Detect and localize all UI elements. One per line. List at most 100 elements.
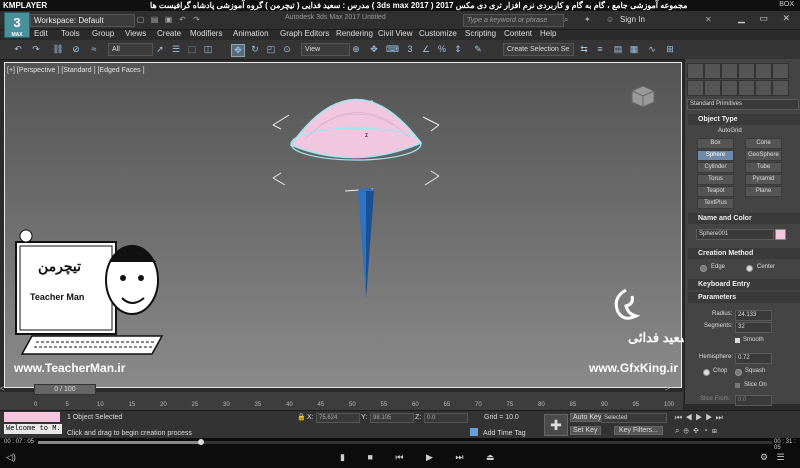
menu-content[interactable]: Content — [504, 29, 532, 38]
named-selection-dropdown[interactable]: Create Selection Se — [503, 43, 574, 56]
rect-selection-icon[interactable]: ⬚ — [186, 44, 198, 55]
menu-graph-editors[interactable]: Graph Editors — [280, 29, 329, 38]
squash-radio[interactable] — [735, 369, 742, 376]
radius-field[interactable]: 24.133 — [735, 310, 772, 321]
textplus-button[interactable]: TextPlus — [697, 198, 734, 209]
z-coord-field[interactable]: 0.0 — [424, 413, 468, 423]
link-icon[interactable]: ⛓ — [52, 44, 64, 55]
sphere-button[interactable]: Sphere — [697, 150, 734, 161]
object-type-header[interactable]: Object Type — [688, 114, 800, 125]
percent-snap-icon[interactable]: % — [436, 44, 448, 55]
creation-method-header[interactable]: Creation Method — [688, 248, 800, 259]
edit-named-selections-icon[interactable]: ✎ — [472, 44, 484, 55]
sign-in-link[interactable]: Sign In — [620, 15, 645, 24]
exchange-icon[interactable]: ✕ — [705, 15, 712, 24]
menu-edit[interactable]: Edit — [34, 29, 48, 38]
lights-icon[interactable] — [721, 80, 738, 96]
modify-tab[interactable] — [704, 63, 721, 79]
placement-icon[interactable]: ⊙ — [281, 44, 293, 55]
lock-selection-icon[interactable]: 🔒 — [297, 413, 306, 421]
undo-quick-icon[interactable]: ↶ — [178, 15, 187, 24]
motion-tab[interactable] — [738, 63, 755, 79]
user-icon[interactable]: ☺ — [606, 15, 614, 24]
viewport-nav-controls[interactable]: ⌕⊕✥◔⊞ — [675, 426, 721, 436]
create-tab[interactable] — [687, 63, 704, 79]
center-radio[interactable] — [746, 265, 753, 272]
app-logo-button[interactable]: 3 MAX — [4, 12, 30, 38]
snaps-toggle-icon[interactable]: 3 — [404, 44, 416, 55]
bind-space-warp-icon[interactable]: ≈ — [88, 44, 100, 55]
player-settings-icon[interactable]: ⚙ ☰ — [760, 452, 788, 463]
keyboard-entry-header[interactable]: Keyboard Entry — [688, 279, 800, 290]
open-file-icon[interactable]: ▤ — [150, 15, 159, 24]
menu-customize[interactable]: Customize — [419, 29, 457, 38]
curve-editor-icon[interactable]: ∿ — [646, 44, 658, 55]
utilities-tab[interactable] — [772, 63, 789, 79]
auto-key-button[interactable]: Auto Key — [570, 413, 605, 422]
maxscript-mini-listener[interactable]: Welcome to M. — [4, 424, 62, 434]
select-move-icon[interactable]: ✥ — [231, 44, 245, 57]
volume-icon[interactable]: ◁) — [6, 452, 16, 463]
manipulate-icon[interactable]: ✥ — [368, 44, 380, 55]
key-filters-button[interactable]: Key Filters... — [614, 426, 663, 435]
mirror-icon[interactable]: ⇆ — [578, 44, 590, 55]
menu-help[interactable]: Help — [540, 29, 556, 38]
space-warps-icon[interactable] — [772, 80, 789, 96]
cone-button[interactable]: Cone — [745, 138, 782, 149]
transport-controls[interactable]: ▮ ■ ⏮ ▶ ⏭ ⏏ — [340, 452, 505, 463]
select-by-name-icon[interactable]: ☰ — [170, 44, 182, 55]
scene-explorer-icon[interactable]: ▦ — [628, 44, 640, 55]
key-mode-dropdown[interactable]: Selected — [601, 413, 667, 423]
category-dropdown[interactable]: Standard Primitives — [687, 99, 799, 110]
viewcube[interactable] — [628, 83, 658, 109]
undo-icon[interactable]: ↶ — [12, 44, 24, 55]
time-tag-icon[interactable] — [470, 428, 478, 436]
angle-snap-icon[interactable]: ∠ — [420, 44, 432, 55]
object-name-field[interactable]: Sphere001 — [696, 229, 774, 240]
hemisphere-field[interactable]: 0.72 — [735, 353, 772, 364]
smooth-checkbox[interactable] — [735, 338, 740, 343]
display-tab[interactable] — [755, 63, 772, 79]
spinner-snap-icon[interactable]: ⇕ — [452, 44, 464, 55]
box-button[interactable]: Box — [697, 138, 734, 149]
time-slider[interactable]: 0 / 100 — [34, 384, 96, 395]
slice-on-checkbox[interactable] — [735, 383, 740, 388]
keyboard-shortcut-icon[interactable]: ⌨ — [386, 44, 399, 55]
select-object-icon[interactable]: ➚ — [154, 44, 166, 55]
hierarchy-tab[interactable] — [721, 63, 738, 79]
unlink-icon[interactable]: ⊘ — [70, 44, 82, 55]
workspace-dropdown[interactable]: Workspace: Default — [30, 14, 135, 27]
window-controls[interactable]: ▁ ▭ ✕ — [738, 13, 796, 24]
slider-next-icon[interactable]: > — [665, 384, 677, 393]
y-coord-field[interactable]: 98.105 — [370, 413, 414, 423]
slice-from-field[interactable]: 0.0 — [735, 395, 772, 406]
redo-quick-icon[interactable]: ↷ — [192, 15, 201, 24]
chop-radio[interactable] — [703, 369, 710, 376]
menu-create[interactable]: Create — [157, 29, 181, 38]
search-icon[interactable]: ⌕ — [564, 15, 568, 25]
set-key-button[interactable]: Set Key — [570, 426, 601, 435]
set-key-big-icon[interactable]: ✚ — [544, 414, 568, 436]
viewport-label[interactable]: [+] [Perspective ] [Standard ] [Edged Fa… — [7, 67, 145, 74]
reference-coord-dropdown[interactable]: View — [301, 43, 350, 56]
menu-animation[interactable]: Animation — [233, 29, 269, 38]
object-color-swatch[interactable] — [775, 229, 786, 240]
menu-modifiers[interactable]: Modifiers — [190, 29, 222, 38]
menu-views[interactable]: Views — [125, 29, 146, 38]
plane-button[interactable]: Plane — [745, 186, 782, 197]
schematic-view-icon[interactable]: ⊞ — [664, 44, 676, 55]
teapot-button[interactable]: Teapot — [697, 186, 734, 197]
tube-button[interactable]: Tube — [745, 162, 782, 173]
select-scale-icon[interactable]: ◰ — [265, 44, 277, 55]
helpers-icon[interactable] — [755, 80, 772, 96]
align-icon[interactable]: ≡ — [594, 44, 606, 55]
menu-rendering[interactable]: Rendering — [336, 29, 373, 38]
pivot-center-icon[interactable]: ⊕ — [350, 44, 362, 55]
geometry-icon[interactable] — [687, 80, 704, 96]
edge-radio[interactable] — [700, 265, 707, 272]
redo-icon[interactable]: ↷ — [30, 44, 42, 55]
name-color-header[interactable]: Name and Color — [688, 213, 800, 224]
x-coord-field[interactable]: 75.624 — [316, 413, 360, 423]
torus-button[interactable]: Torus — [697, 174, 734, 185]
cameras-icon[interactable] — [738, 80, 755, 96]
